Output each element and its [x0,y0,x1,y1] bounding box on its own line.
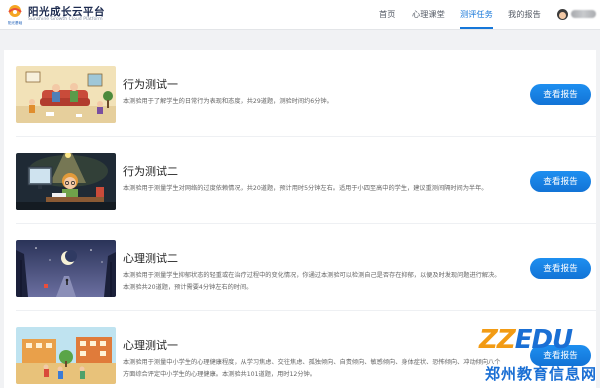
nav-assessment-tasks[interactable]: 测评任务 [460,0,493,30]
family-living-room-illustration [16,66,116,123]
assessment-card: 行为测试二 本测验用于测量学生对网络的过度依赖情况，共20道题，预计用时5分钟左… [4,137,596,224]
top-navigation-bar: 阳光基础 阳光成长云平台 Sunshine Growth Cloud Platf… [0,0,600,30]
watermark-logo-zz: ZZ [479,325,516,355]
username-blurred[interactable] [571,10,596,18]
nav-psychology-class[interactable]: 心理课堂 [412,0,445,30]
view-report-button[interactable]: 查看报告 [530,84,591,105]
watermark-text: 郑州教育信息网 [485,365,598,383]
logo-badge-text: 阳光基础 [8,20,23,25]
assessment-description: 本测验用于测量学生对网络的过度依赖情况，共20道题，预计用时5分钟左右。适用于小… [123,185,488,192]
assessment-title: 行为测试二 [123,165,178,178]
assessment-title: 心理测试二 [123,252,178,265]
assessment-description: 本测验用于测量学生抑郁状态的轻重或在治疗过程中的变化情况，你通过本测验可以检测自… [123,272,501,291]
zzedu-watermark: ZZEDU 郑州教育信息网 [479,325,599,387]
nav-home[interactable]: 首页 [379,0,395,30]
platform-subtitle: Sunshine Growth Cloud Platform [28,17,103,22]
view-report-button[interactable]: 查看报告 [530,171,591,192]
assessment-description: 本测验用于了解学生的日常行为表现和态度，共29道题，测验时间约6分钟。 [123,98,333,105]
assessment-card: 心理测试二 本测验用于测量学生抑郁状态的轻重或在治疗过程中的变化情况，你通过本测… [4,224,596,311]
school-courtyard-illustration [16,327,116,384]
moonlit-night-illustration [16,240,116,297]
watermark-logo-edu: EDU [514,325,573,355]
user-avatar[interactable] [557,9,568,20]
nav-my-reports[interactable]: 我的报告 [508,0,541,30]
child-at-computer-illustration [16,153,116,210]
view-report-button[interactable]: 查看报告 [530,258,591,279]
assessment-description: 本测验用于测量中小学生的心理健康程度，从学习焦虑、交往焦虑、孤独倾向、自责倾向、… [123,359,501,378]
assessment-card: 行为测试一 本测验用于了解学生的日常行为表现和态度，共29道题，测验时间约6分钟… [4,50,596,137]
platform-logo-icon[interactable]: 阳光基础 [5,3,25,27]
assessment-title: 心理测试一 [123,339,178,352]
watermark-logo: ZZEDU [479,325,573,355]
assessment-title: 行为测试一 [123,78,178,91]
